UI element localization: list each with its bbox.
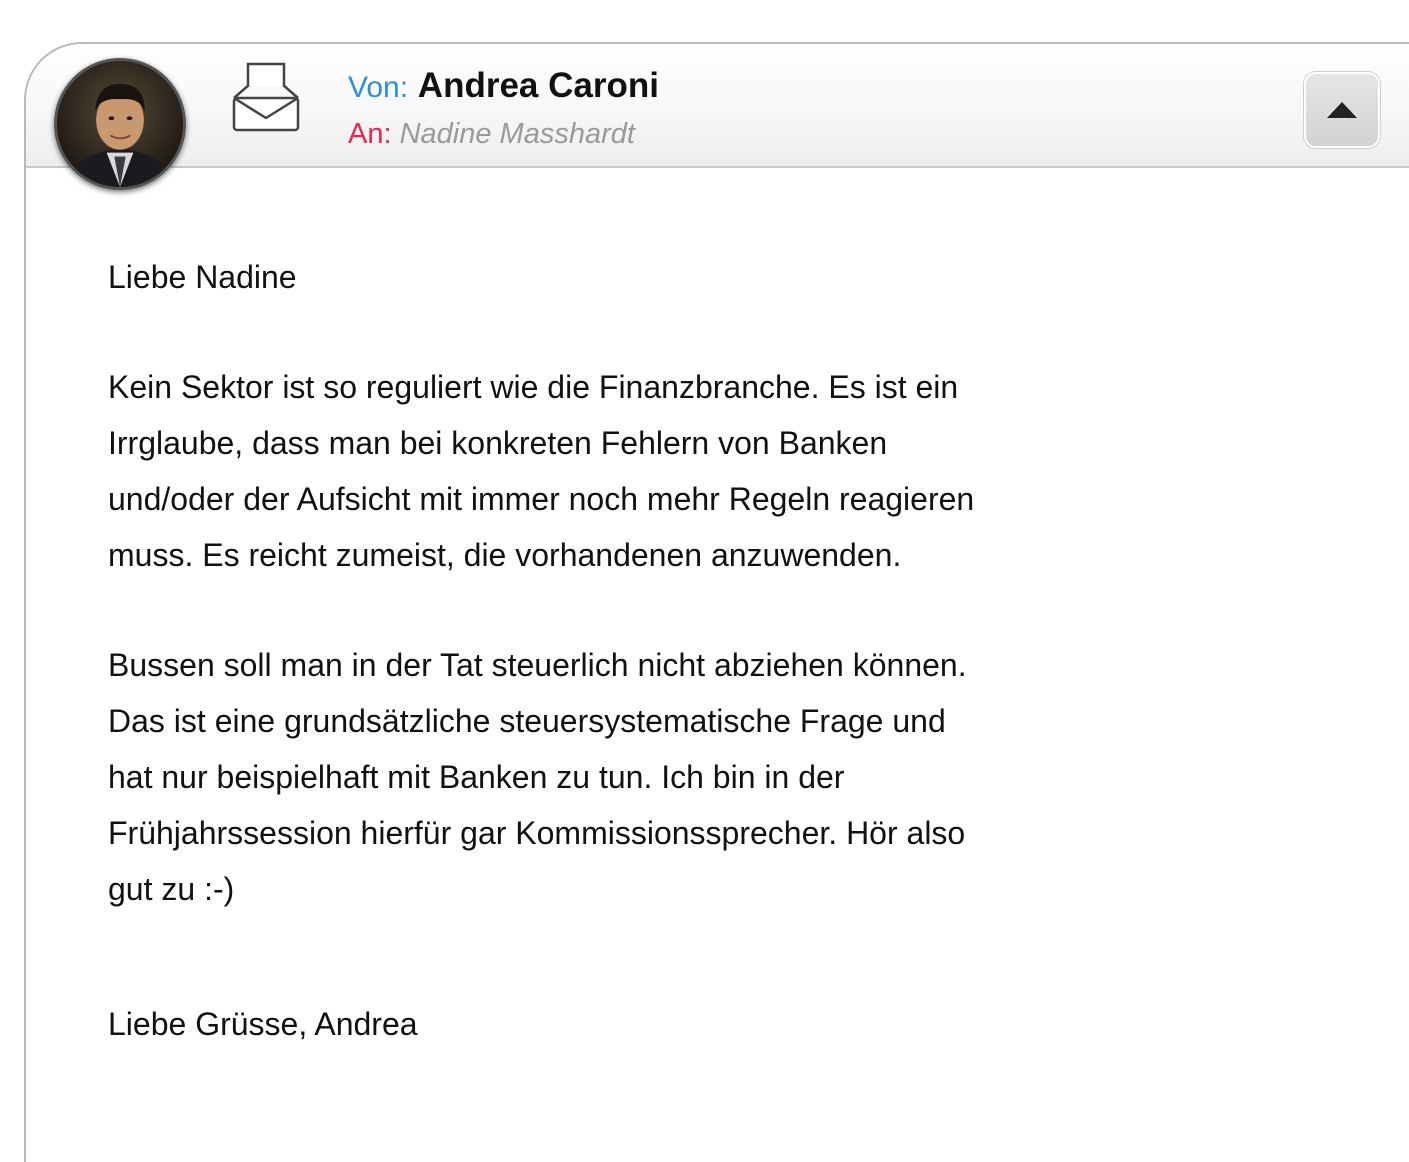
from-line: Von: Andrea Caroni (348, 64, 659, 110)
paragraph-2-line-1: Bussen soll man in der Tat steuerlich ni… (108, 647, 967, 683)
paragraph-2-line-4: Frühjahrssession hierfür gar Kommissions… (108, 815, 966, 851)
recipient-name[interactable]: Nadine Masshardt (400, 118, 635, 150)
closing: Liebe Grüsse, Andrea (108, 1006, 418, 1042)
collapse-button[interactable] (1304, 72, 1380, 148)
avatar[interactable] (54, 58, 186, 190)
paragraph-1-line-2: Irrglaube, dass man bei konkreten Fehler… (108, 425, 888, 461)
from-label: Von: (348, 71, 409, 104)
sender-name[interactable]: Andrea Caroni (418, 66, 659, 105)
message-header: Von: Andrea Caroni An: Nadine Masshardt (26, 44, 1409, 168)
paragraph-2-line-3: hat nur beispielhaft mit Banken zu tun. … (108, 759, 845, 795)
greeting: Liebe Nadine (108, 259, 297, 295)
paragraph-2-line-5: gut zu :-) (108, 871, 235, 907)
to-line: An: Nadine Masshardt (348, 114, 635, 154)
paragraph-1-line-4: muss. Es reicht zumeist, die vorhandenen… (108, 537, 902, 573)
message-body: Liebe Nadine Kein Sektor ist so regulier… (108, 249, 1148, 1052)
paragraph-1-line-3: und/oder der Aufsicht mit immer noch meh… (108, 481, 975, 517)
paragraph-2-line-2: Das ist eine grundsätzliche steuersystem… (108, 703, 946, 739)
paragraph-1-line-1: Kein Sektor ist so reguliert wie die Fin… (108, 369, 959, 405)
to-label: An: (348, 118, 392, 150)
message-card: Von: Andrea Caroni An: Nadine Masshardt (24, 42, 1409, 1162)
envelope-open-icon (230, 58, 302, 134)
triangle-up-icon (1327, 102, 1357, 118)
